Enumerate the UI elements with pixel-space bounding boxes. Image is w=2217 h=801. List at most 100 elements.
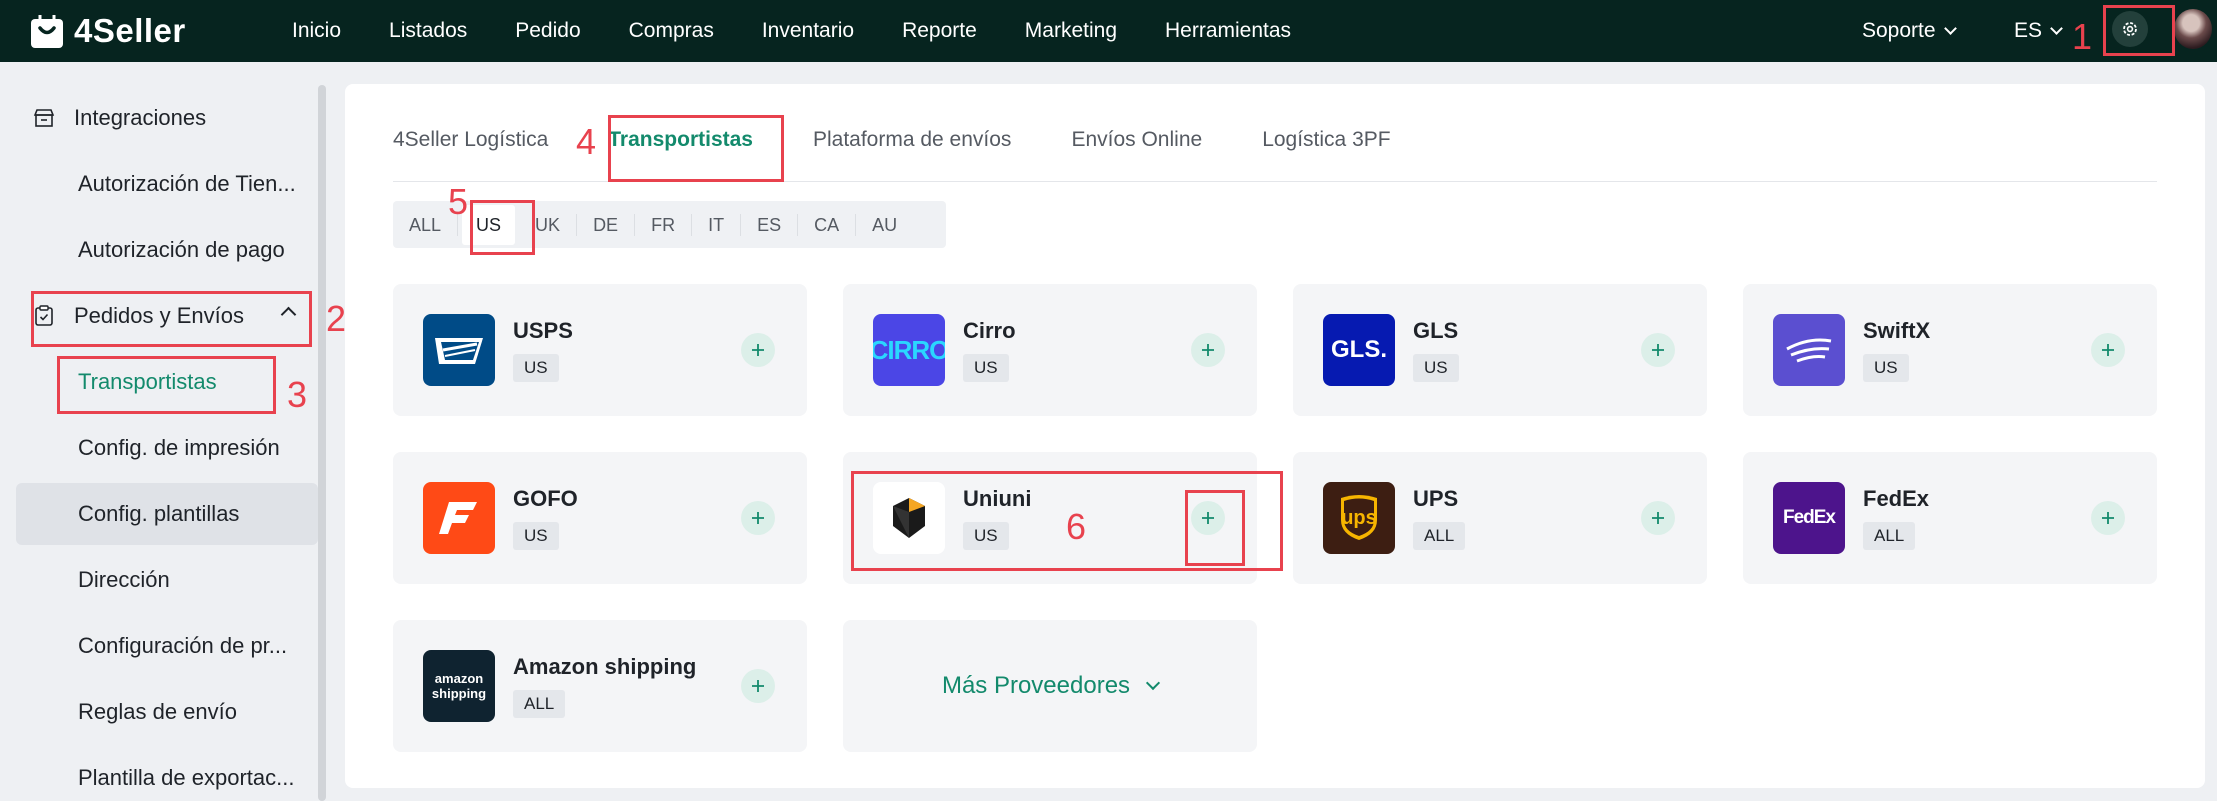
- plus-icon: [752, 680, 764, 692]
- tab-shipping-platform[interactable]: Plataforma de envíos: [813, 128, 1011, 152]
- carrier-name: GLS: [1413, 318, 1459, 343]
- chevron-down-icon: [2050, 21, 2063, 35]
- ups-icon: ups: [1323, 482, 1395, 554]
- cirro-icon: CIRRO: [873, 314, 945, 386]
- sidebar-item-label: Configuración de pr...: [78, 633, 288, 658]
- nav-compras[interactable]: Compras: [629, 19, 714, 43]
- sidebar-item-label: Autorización de Tien...: [78, 171, 296, 196]
- carrier-card-gls: GLS. GLS US: [1293, 284, 1707, 416]
- gls-icon: GLS.: [1323, 314, 1395, 386]
- usps-icon: [423, 314, 495, 386]
- carrier-region-badge: ALL: [1413, 522, 1466, 550]
- carrier-region-badge: US: [513, 354, 559, 382]
- annotation-number: 6: [1066, 506, 1087, 547]
- carrier-region-badge: US: [513, 522, 559, 550]
- more-providers-button[interactable]: Más Proveedores: [843, 620, 1257, 752]
- sidebar-item-label: Autorización de pago: [78, 237, 285, 262]
- nav-herramientas[interactable]: Herramientas: [1165, 19, 1291, 43]
- tab-3pf-logistics[interactable]: Logística 3PF: [1262, 128, 1390, 152]
- tab-4seller-logistics[interactable]: 4Seller Logística: [393, 128, 548, 152]
- tab-online-shipping[interactable]: Envíos Online: [1071, 128, 1202, 152]
- region-au[interactable]: AU: [856, 214, 913, 236]
- carrier-name: USPS: [513, 318, 573, 343]
- nav-reporte[interactable]: Reporte: [902, 19, 977, 43]
- nav-marketing[interactable]: Marketing: [1025, 19, 1117, 43]
- sidebar-item-label: Config. de impresión: [78, 435, 280, 460]
- amazon-shipping-icon: amazon shipping: [423, 650, 495, 722]
- annotation-number: 1: [2072, 16, 2093, 57]
- add-gofo-button[interactable]: [741, 501, 775, 535]
- sidebar-item-label: Dirección: [78, 567, 170, 592]
- carrier-tabs: 4Seller Logística Transportistas Platafo…: [393, 118, 1451, 162]
- region-it[interactable]: IT: [692, 213, 742, 236]
- sidebar-item-label: Plantilla de exportac...: [78, 765, 295, 790]
- region-fr[interactable]: FR: [635, 213, 693, 236]
- carrier-name: SwiftX: [1863, 318, 1931, 343]
- carrier-name: Amazon shipping: [513, 654, 697, 679]
- add-gls-button[interactable]: [1641, 333, 1675, 367]
- add-usps-button[interactable]: [741, 333, 775, 367]
- annotation-box-transportistas-tab: [608, 115, 784, 182]
- carrier-region-badge: ALL: [513, 690, 566, 718]
- carrier-name: UPS: [1413, 486, 1459, 511]
- add-amazon-shipping-button[interactable]: [741, 669, 775, 703]
- shopping-bag-icon: [31, 15, 63, 48]
- sidebar-item-address[interactable]: Dirección: [0, 549, 318, 611]
- annotation-number: 2: [326, 298, 347, 339]
- main-nav: Inicio Listados Pedido Compras Inventari…: [268, 0, 1315, 62]
- sidebar-group-label: Integraciones: [74, 105, 207, 130]
- sidebar-item-label: Reglas de envío: [78, 699, 237, 724]
- chevron-down-icon: [1943, 21, 1957, 35]
- add-fedex-button[interactable]: [2091, 501, 2125, 535]
- plus-icon: [1652, 344, 1664, 356]
- annotation-box-region-us: [470, 200, 535, 255]
- region-de[interactable]: DE: [577, 213, 636, 236]
- sidebar-item-template-config[interactable]: Config. plantillas: [16, 483, 318, 545]
- region-es[interactable]: ES: [741, 213, 799, 236]
- carrier-card-cirro: CIRRO Cirro US: [843, 284, 1257, 416]
- annotation-box-orders-group: [31, 291, 312, 347]
- nav-inventario[interactable]: Inventario: [762, 19, 854, 43]
- annotation-box-transportistas-sidebar: [57, 356, 276, 414]
- carrier-card-fedex: FedEx FedEx ALL: [1743, 452, 2157, 584]
- sidebar-item-payment-authorization[interactable]: Autorización de pago: [0, 219, 318, 281]
- add-swiftx-button[interactable]: [2091, 333, 2125, 367]
- fedex-icon: FedEx: [1773, 482, 1845, 554]
- carrier-card-usps: USPS US: [393, 284, 807, 416]
- annotation-number: 5: [448, 181, 469, 222]
- carrier-name: Cirro: [963, 318, 1016, 343]
- support-menu[interactable]: Soporte: [1862, 0, 1957, 62]
- carrier-card-amazon-shipping: amazon shipping Amazon shipping ALL: [393, 620, 807, 752]
- sidebar-item-shipping-rules[interactable]: Reglas de envío: [0, 681, 318, 743]
- avatar[interactable]: [2174, 9, 2212, 49]
- annotation-number: 4: [576, 121, 597, 162]
- chevron-down-icon: [1145, 675, 1161, 691]
- add-cirro-button[interactable]: [1191, 333, 1225, 367]
- carrier-name: FedEx: [1863, 486, 1930, 511]
- plus-icon: [1202, 344, 1214, 356]
- carrier-region-badge: ALL: [1863, 522, 1916, 550]
- carrier-card-swiftx: SwiftX US: [1743, 284, 2157, 416]
- sidebar-scrollbar[interactable]: [318, 85, 326, 801]
- add-ups-button[interactable]: [1641, 501, 1675, 535]
- sidebar-item-print-config[interactable]: Config. de impresión: [0, 417, 318, 479]
- plus-icon: [2102, 512, 2114, 524]
- sidebar-item-store-authorization[interactable]: Autorización de Tien...: [0, 153, 318, 215]
- sidebar-item-export-template[interactable]: Plantilla de exportac...: [0, 747, 318, 801]
- annotation-number: 3: [287, 374, 308, 415]
- annotation-box-settings: [2103, 5, 2175, 56]
- nav-listados[interactable]: Listados: [389, 19, 467, 43]
- carrier-card-gofo: GOFO US: [393, 452, 807, 584]
- sidebar-group-integraciones[interactable]: Integraciones: [0, 87, 318, 149]
- sidebar-item-product-config[interactable]: Configuración de pr...: [0, 615, 318, 677]
- brand-logo[interactable]: 4Seller: [28, 8, 186, 54]
- language-label: ES: [2014, 19, 2043, 42]
- more-providers-label: Más Proveedores: [941, 672, 1131, 699]
- nav-pedido[interactable]: Pedido: [515, 19, 580, 43]
- region-ca[interactable]: CA: [798, 213, 857, 236]
- nav-inicio[interactable]: Inicio: [292, 19, 341, 43]
- carrier-name: GOFO: [513, 486, 578, 511]
- carrier-region-badge: US: [1863, 354, 1909, 382]
- language-selector[interactable]: ES: [2014, 0, 2063, 62]
- sidebar-item-label: Config. plantillas: [78, 501, 240, 526]
